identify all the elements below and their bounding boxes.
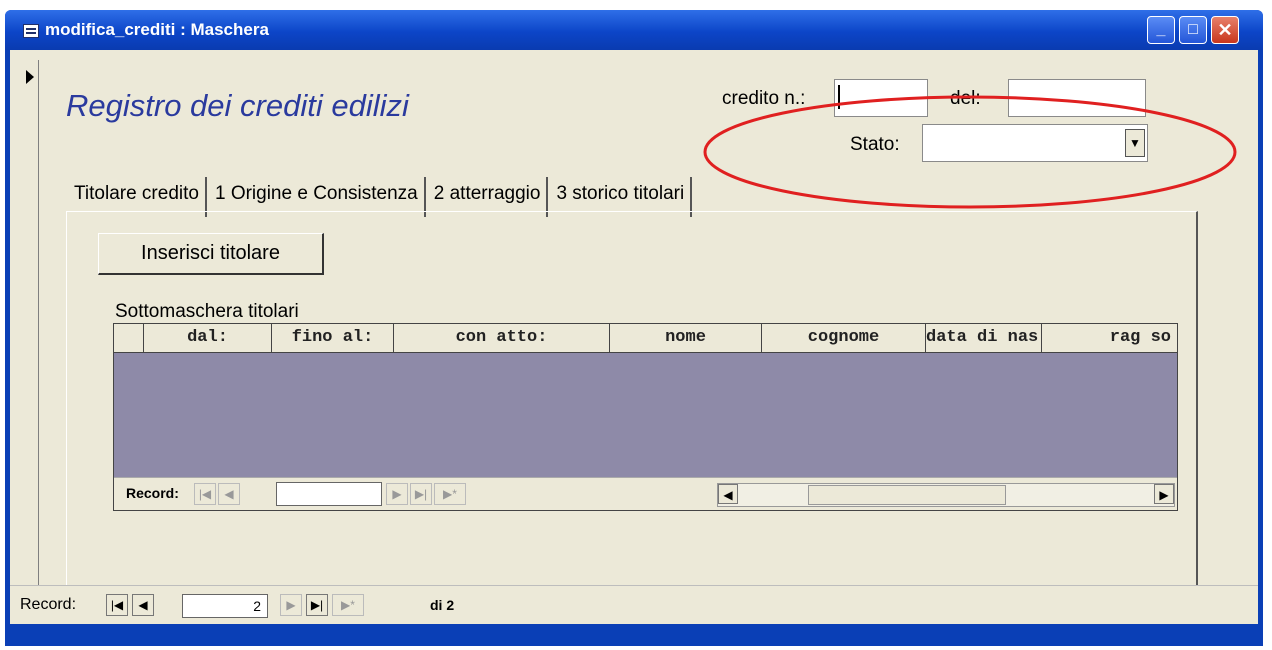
- subform-label: Sottomaschera titolari: [115, 301, 299, 322]
- form-title: Registro dei crediti edilizi: [66, 88, 409, 123]
- access-form-window: modifica_crediti : Maschera _ □ ✕ Regist…: [5, 10, 1263, 646]
- record-label: Record:: [20, 596, 77, 613]
- window-title: modifica_crediti : Maschera: [45, 20, 269, 39]
- row-selector-header[interactable]: [114, 324, 144, 352]
- last-record-icon[interactable]: ▶|: [410, 483, 432, 505]
- current-record-arrow-icon: [26, 70, 34, 84]
- subform-record-input[interactable]: [276, 482, 382, 506]
- column-header[interactable]: data di nas: [926, 324, 1042, 352]
- column-header[interactable]: rag so: [1042, 324, 1177, 352]
- column-header[interactable]: fino al:: [272, 324, 394, 352]
- record-total: di 2: [430, 597, 455, 613]
- scroll-right-icon[interactable]: ▶: [1154, 484, 1174, 504]
- form-client-area: Registro dei crediti edilizi credito n.:…: [10, 50, 1258, 624]
- prev-record-icon[interactable]: ◀: [218, 483, 240, 505]
- form-icon: [23, 24, 39, 38]
- column-header[interactable]: cognome: [762, 324, 926, 352]
- scroll-left-icon[interactable]: ◀: [718, 484, 738, 504]
- first-record-icon[interactable]: |◀: [106, 594, 128, 616]
- first-record-icon[interactable]: |◀: [194, 483, 216, 505]
- close-icon[interactable]: ✕: [1211, 16, 1239, 44]
- inserisci-titolare-button[interactable]: Inserisci titolare: [98, 233, 324, 275]
- record-selector[interactable]: [18, 60, 39, 616]
- horizontal-scrollbar[interactable]: ◀ ▶: [717, 483, 1175, 507]
- new-record-icon[interactable]: ▶*: [332, 594, 364, 616]
- annotation-ellipse: [703, 95, 1237, 209]
- record-number-input[interactable]: 2: [182, 594, 268, 618]
- subform-navigation: Record: |◀ ◀ ▶ ▶| ▶* ◀ ▶: [114, 477, 1177, 510]
- grid-header: dal: fino al: con atto: nome cognome dat…: [114, 324, 1177, 353]
- subform-record-label: Record:: [126, 485, 179, 501]
- next-record-icon[interactable]: ▶: [386, 483, 408, 505]
- title-bar[interactable]: modifica_crediti : Maschera _ □ ✕: [5, 10, 1263, 50]
- prev-record-icon[interactable]: ◀: [132, 594, 154, 616]
- scrollbar-thumb[interactable]: [808, 485, 1006, 505]
- new-record-icon[interactable]: ▶*: [434, 483, 466, 505]
- titolari-subform-grid[interactable]: dal: fino al: con atto: nome cognome dat…: [113, 323, 1178, 511]
- column-header[interactable]: con atto:: [394, 324, 610, 352]
- next-record-icon[interactable]: ▶: [280, 594, 302, 616]
- column-header[interactable]: nome: [610, 324, 762, 352]
- minimize-icon[interactable]: _: [1147, 16, 1175, 44]
- record-navigation-bar: Record: |◀ ◀ 2 ▶ ▶| ▶* di 2: [10, 585, 1258, 624]
- maximize-icon[interactable]: □: [1179, 16, 1207, 44]
- last-record-icon[interactable]: ▶|: [306, 594, 328, 616]
- column-header[interactable]: dal:: [144, 324, 272, 352]
